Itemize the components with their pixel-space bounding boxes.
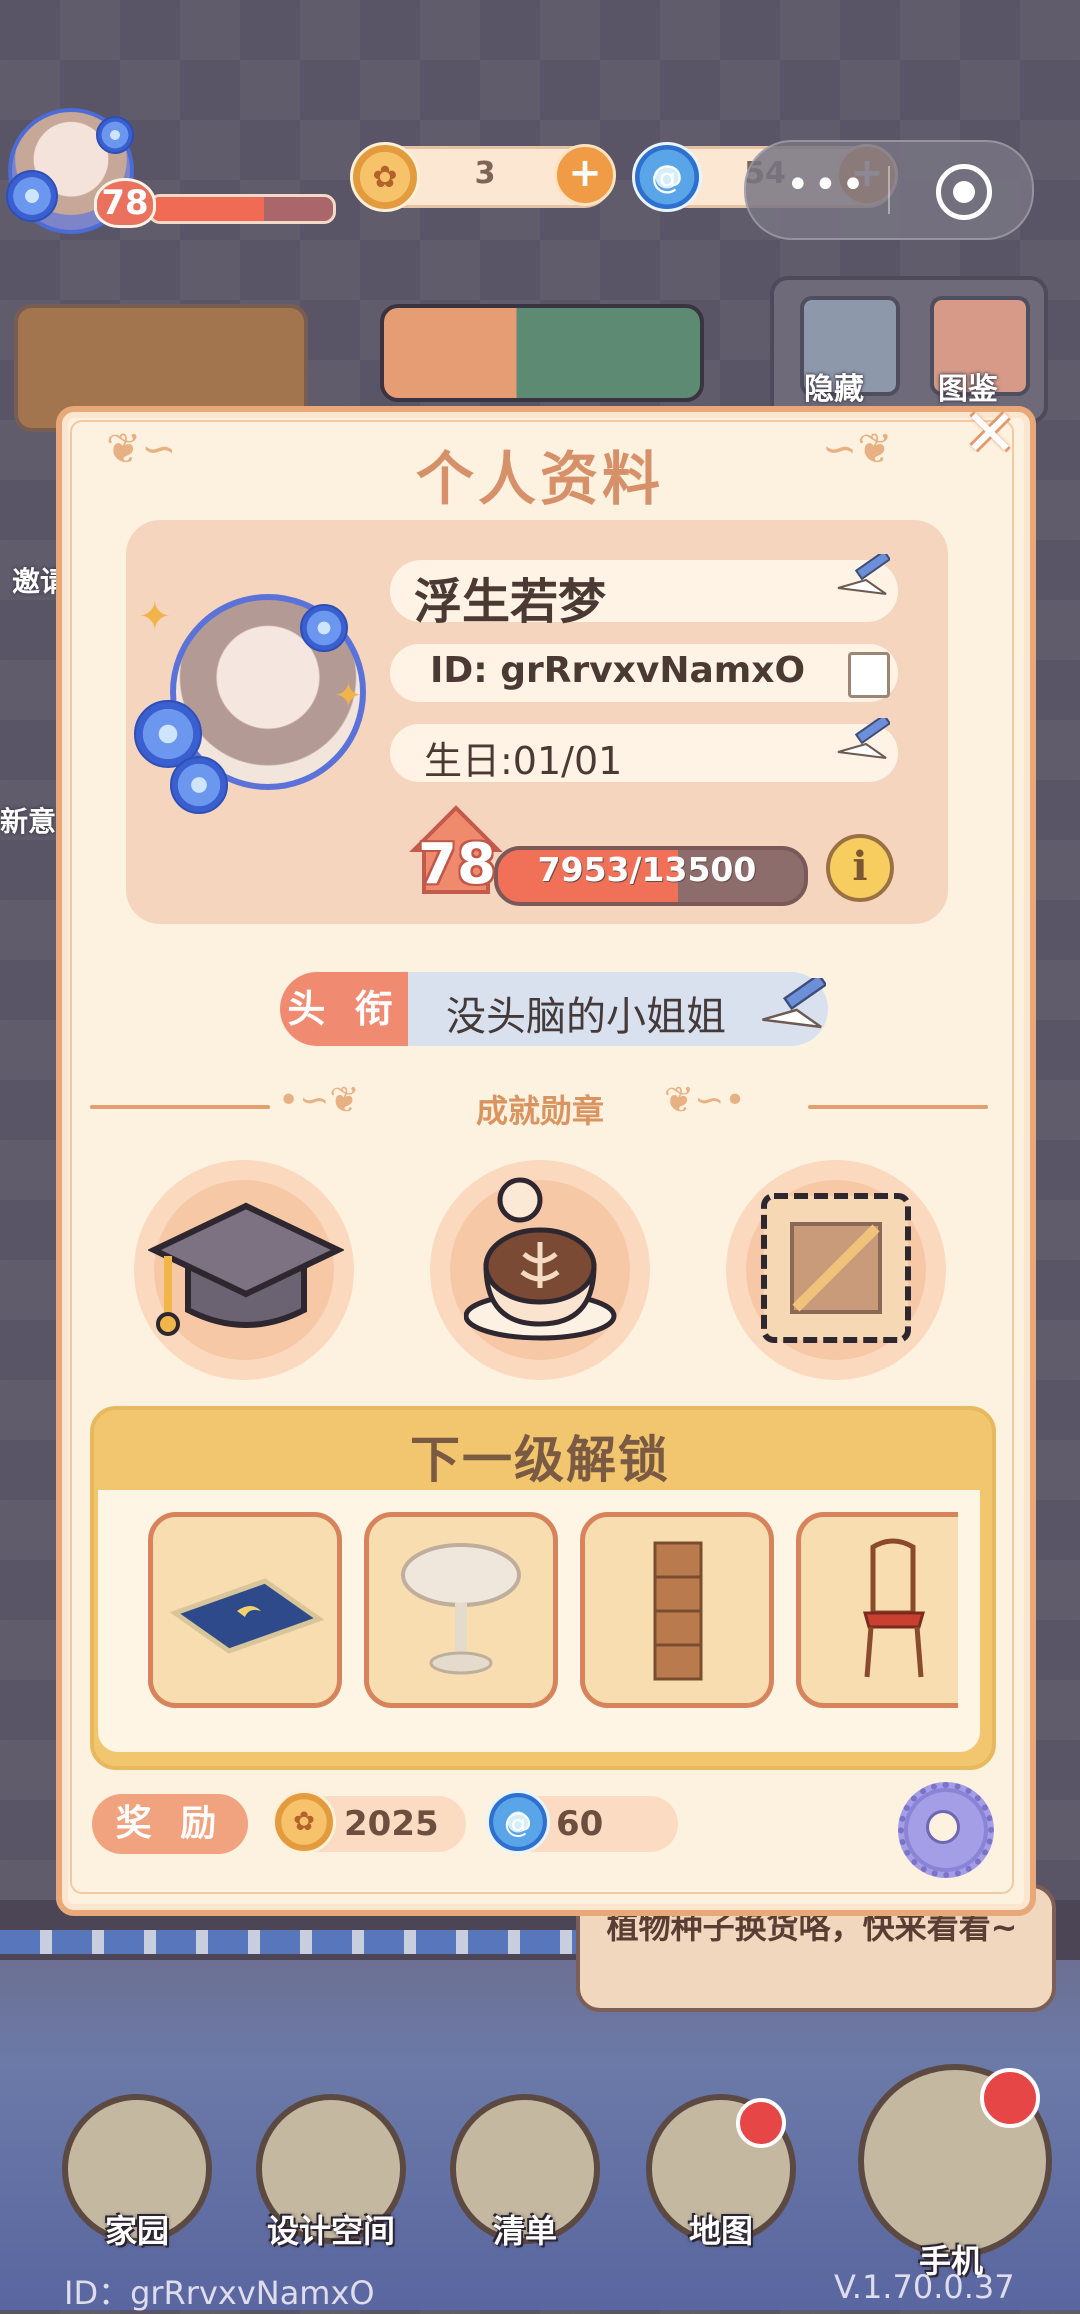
weather-banner[interactable]	[380, 304, 704, 402]
player-level-badge: 78	[94, 178, 156, 228]
nickname-text: 浮生若梦	[414, 574, 607, 630]
graduation-cap-icon	[148, 1202, 344, 1336]
user-id-text: ID: grRrvxvNamxO	[430, 650, 806, 691]
page-title: 个人资料	[415, 445, 664, 513]
footer-version: V.1.70.0.37	[834, 2268, 1015, 2306]
round-table-icon	[401, 1543, 521, 1675]
mini-program-capsule: •••	[744, 140, 1034, 240]
coin-icon: ✿	[350, 142, 420, 212]
flourish-left-icon: ❦∽	[106, 424, 177, 473]
unlock-slot-1[interactable]	[148, 1512, 342, 1708]
xp-progress-text: 7953/13500	[537, 850, 757, 889]
swirl-gem-icon: @	[486, 1790, 550, 1854]
profile-level-number: 78	[418, 832, 496, 897]
add-coins-button[interactable]: +	[554, 144, 616, 206]
reward-gems-value: 60	[556, 1804, 604, 1844]
copy-id-icon[interactable]	[848, 652, 890, 698]
sparkle-icon: ✦	[138, 594, 172, 640]
chair-icon	[863, 1538, 925, 1678]
bookshelf-icon	[653, 1541, 703, 1681]
reward-coins-value: 2025	[344, 1804, 439, 1844]
flourish-left-icon: •∽❦	[278, 1080, 360, 1121]
title-value-text: 没头脑的小姐姐	[446, 994, 726, 1040]
unlock-items-scroller[interactable]	[148, 1508, 958, 1708]
achievements-heading: 成就勋章	[475, 1092, 604, 1130]
flourish-right-icon: ❦∽•	[664, 1080, 746, 1121]
reward-tag: 奖 励	[92, 1794, 248, 1854]
avatar-flower-decoration	[170, 756, 228, 814]
new-idea-label[interactable]: 新意	[0, 800, 56, 840]
avatar-flower-decoration	[96, 116, 134, 154]
footer-user-id: ID：grRrvxvNamxO	[64, 2274, 375, 2312]
map-notification-dot	[736, 2098, 786, 2148]
birthday-text: 生日:01/01	[424, 739, 623, 783]
player-xp-bar	[148, 194, 336, 224]
unlock-slot-3[interactable]	[580, 1512, 774, 1708]
close-miniprogram-icon[interactable]	[936, 164, 992, 220]
section-divider	[808, 1105, 988, 1109]
unlock-slot-2[interactable]	[364, 1512, 558, 1708]
unlock-heading: 下一级解锁	[410, 1431, 670, 1489]
stamp-icon	[761, 1193, 911, 1343]
latte-cup-icon	[464, 1177, 617, 1341]
coin-icon: ✿	[272, 1790, 336, 1854]
info-icon[interactable]: i	[826, 834, 894, 902]
avatar-flower-decoration	[6, 170, 58, 222]
more-options-icon[interactable]: •••	[786, 162, 869, 208]
garland-decoration	[0, 1930, 600, 1954]
section-divider	[90, 1105, 270, 1109]
settings-gear-icon[interactable]	[898, 1782, 994, 1878]
hide-label: 隐藏	[804, 372, 864, 407]
nav-map-label: 地图	[688, 2212, 753, 2250]
rug-icon	[169, 1578, 325, 1654]
edit-nickname-pencil-icon[interactable]	[836, 554, 890, 598]
flourish-right-icon: ∽❦	[822, 424, 893, 473]
nav-design-label: 设计空间	[266, 2212, 395, 2250]
sparkle-icon: ✦	[334, 676, 363, 716]
coin-count: 3	[474, 156, 496, 191]
capsule-divider	[888, 166, 890, 214]
edit-birthday-pencil-icon[interactable]	[836, 718, 890, 762]
avatar-flower-decoration	[300, 604, 348, 652]
title-tag: 头 衔	[280, 972, 408, 1046]
nav-list-label: 清单	[492, 2212, 557, 2250]
close-icon[interactable]: ✕	[960, 402, 1020, 466]
nav-home-label: 家园	[104, 2212, 169, 2250]
swirl-gem-icon: @	[632, 142, 702, 212]
unlock-slot-4[interactable]	[796, 1512, 958, 1708]
phone-notification-dot	[980, 2068, 1040, 2128]
edit-title-pencil-icon[interactable]	[760, 978, 826, 1032]
